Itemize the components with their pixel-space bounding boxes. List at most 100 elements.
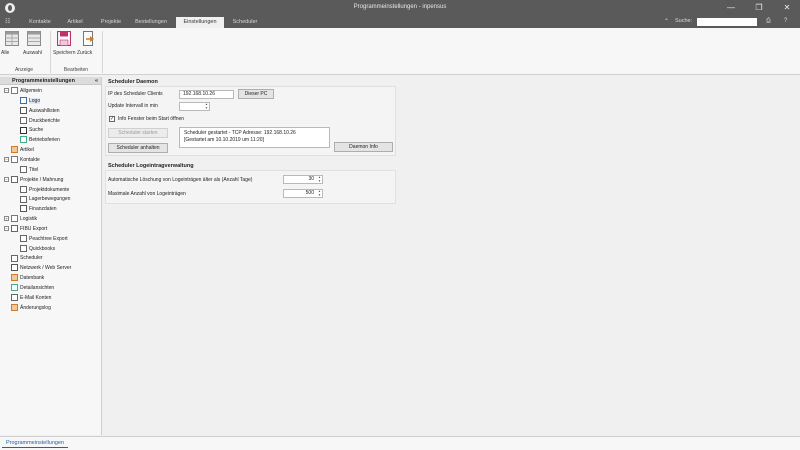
ribbon-selection-button[interactable]: Auswahl — [23, 31, 45, 56]
settings-icon — [11, 87, 18, 95]
tab-artikel[interactable]: Artikel — [62, 17, 88, 28]
database-icon — [11, 274, 18, 282]
sidebar-item[interactable]: − Kontakte — [4, 156, 40, 165]
auto-delete-label: Automatische Löschung von Logeinträgen ä… — [108, 177, 253, 183]
auto-delete-stepper[interactable]: 30 ▲ ▼ — [283, 175, 323, 184]
tab-projekte[interactable]: Projekte — [96, 17, 126, 28]
sidebar-item[interactable]: Peachtree Export — [20, 234, 68, 244]
bottom-tab-programmeinstellungen[interactable]: Programmeinstellungen — [2, 438, 69, 448]
document-icon — [11, 175, 18, 183]
truck-icon — [11, 215, 18, 223]
spin-arrows-icon[interactable]: ▲ ▼ — [205, 102, 208, 110]
stop-scheduler-button[interactable]: Scheduler anhalten — [108, 143, 168, 153]
clock-icon — [11, 254, 18, 262]
ribbon-back-button[interactable]: Zurück — [77, 31, 99, 56]
ribbon-group-anzeige: Anzeige — [14, 67, 34, 73]
undo-icon — [81, 31, 95, 46]
maximize-button[interactable]: ❐ — [750, 2, 768, 14]
network-icon — [11, 264, 18, 272]
ribbon-save-button[interactable]: Speichern — [53, 30, 76, 56]
bottom-tab-bar: Programmeinstellungen — [0, 436, 800, 450]
close-button[interactable]: ✕ — [778, 2, 796, 14]
grid-icon — [11, 284, 18, 292]
sidebar-item-label: Peachtree Export — [29, 235, 68, 242]
binoculars-icon — [20, 126, 27, 134]
ribbon-save-label: Speichern — [53, 50, 76, 56]
max-entries-stepper[interactable]: 500 ▲ ▼ — [283, 189, 323, 198]
interval-stepper[interactable]: ▲ ▼ — [179, 102, 210, 111]
sidebar-item[interactable]: + Logistik — [4, 215, 37, 224]
title-bar: Programmeinstellungen - inpensus — ❐ ✕ — [0, 0, 800, 16]
sidebar-item[interactable]: Datenbank — [4, 274, 44, 283]
sidebar-item[interactable]: Betriebsferien — [20, 136, 60, 145]
sidebar-item-label: Suche — [29, 127, 44, 134]
printer-icon[interactable]: ⎙ — [766, 18, 771, 25]
chevron-up-icon[interactable]: ⌃ — [664, 18, 669, 25]
sidebar-item[interactable]: Netzwerk / Web Server — [4, 264, 71, 273]
tab-einstellungen[interactable]: Einstellungen — [176, 17, 224, 28]
tab-bestellungen[interactable]: Bestellungen — [132, 17, 170, 28]
help-icon[interactable]: ? — [784, 18, 787, 24]
search-input[interactable] — [697, 18, 757, 26]
sidebar-title: Programmeinstellungen — [12, 78, 75, 84]
sidebar-item-label: Projekte / Mahnung — [20, 176, 64, 183]
save-icon — [56, 30, 72, 47]
sidebar-item[interactable]: Scheduler — [4, 254, 43, 263]
grid-icon — [5, 31, 19, 46]
sidebar-item-label: Logo — [29, 97, 41, 104]
sidebar-item[interactable]: Artikel — [4, 146, 34, 155]
sidebar-item[interactable]: Projektdokumente — [20, 185, 70, 195]
ip-field[interactable]: 192.168.10.26 — [179, 90, 234, 99]
sidebar-item[interactable]: Suche — [20, 126, 43, 135]
sidebar-item[interactable]: Änderungslog — [4, 303, 51, 313]
sidebar-item[interactable]: Quickbooks — [20, 244, 56, 254]
sidebar-item[interactable]: Auswahllisten — [20, 106, 60, 116]
ribbon-separator — [50, 31, 51, 73]
window-title: Programmeinstellungen - inpensus — [353, 4, 447, 10]
this-pc-button[interactable]: Dieser PC — [238, 89, 274, 99]
menu-tab-bar: ☷ Kontakte Artikel Projekte Bestellungen… — [0, 16, 800, 28]
collapse-icon[interactable]: − — [4, 176, 9, 182]
document-icon — [20, 234, 27, 242]
collapse-icon[interactable]: − — [4, 88, 9, 94]
log-group — [105, 170, 396, 204]
box-icon — [11, 146, 18, 154]
ribbon-all-button[interactable]: Alle — [1, 31, 23, 56]
collapse-sidebar-button[interactable]: « — [95, 77, 98, 85]
sidebar-item-label: Titel — [29, 166, 39, 173]
sidebar-item-label: Projektdokumente — [29, 186, 70, 193]
spin-arrows-icon[interactable]: ▲ ▼ — [318, 175, 321, 183]
sidebar-item-label: Quickbooks — [29, 245, 56, 252]
sidebar-item[interactable]: Titel — [20, 165, 39, 175]
tab-scheduler[interactable]: Scheduler — [230, 17, 260, 28]
sidebar-item-label: Betriebsferien — [29, 137, 60, 144]
ribbon-separator — [102, 31, 103, 73]
collapse-icon[interactable]: − — [4, 157, 9, 163]
tab-kontakte[interactable]: Kontakte — [26, 17, 54, 28]
sidebar-item[interactable]: E-Mail Konten — [4, 294, 51, 303]
info-window-label: Info Fenster beim Start öffnen — [118, 116, 185, 122]
sidebar-item-label: FIBU Export — [20, 225, 48, 232]
sidebar-item[interactable]: Druckberichte — [20, 116, 60, 126]
sidebar-item[interactable]: − Projekte / Mahnung — [4, 175, 64, 185]
user-icon — [20, 165, 27, 173]
sidebar-item-label: Artikel — [20, 147, 34, 154]
start-scheduler-button[interactable]: Scheduler starten — [108, 128, 168, 138]
info-window-checkbox[interactable]: ✓ — [109, 116, 115, 122]
minimize-button[interactable]: — — [722, 2, 740, 14]
sidebar-item[interactable]: − Allgemein — [4, 87, 42, 96]
app-menu-icon[interactable]: ☷ — [5, 18, 14, 26]
sidebar-item[interactable]: Detailansichten — [4, 284, 54, 293]
collapse-icon[interactable]: − — [4, 226, 9, 232]
sidebar-item[interactable]: − FIBU Export — [4, 225, 47, 234]
search-label: Suche: — [675, 18, 693, 24]
document-icon — [20, 185, 27, 193]
spin-arrows-icon[interactable]: ▲ ▼ — [318, 189, 321, 197]
sidebar-item[interactable]: Finanzdaten — [20, 205, 57, 214]
sidebar-item-label: Datenbank — [20, 275, 45, 282]
sidebar-item[interactable]: Logo — [20, 97, 41, 106]
daemon-info-button[interactable]: Daemon Info — [334, 142, 393, 152]
email-icon — [11, 294, 18, 302]
sidebar-item[interactable]: Lagerbewegungen — [20, 195, 70, 204]
expand-icon[interactable]: + — [4, 216, 9, 222]
